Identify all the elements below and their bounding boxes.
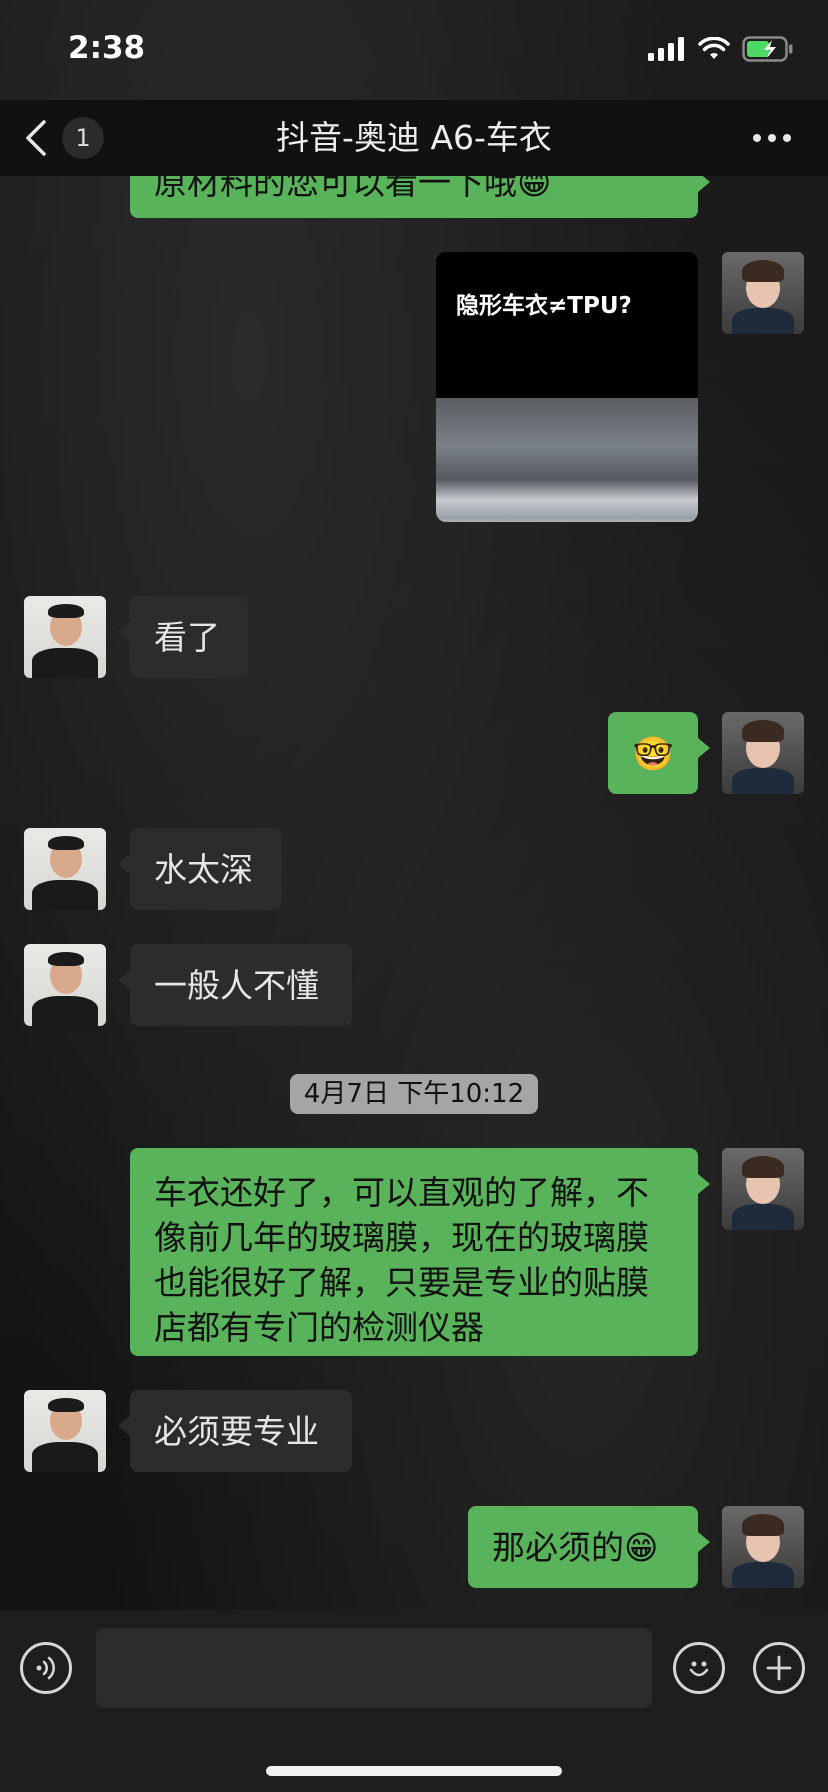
more-functions-button[interactable] xyxy=(753,1642,805,1694)
signal-icon xyxy=(648,37,684,61)
message-text: 必须要专业 xyxy=(154,1411,319,1451)
message-text: 看了 xyxy=(154,617,220,657)
status-time: 2:38 xyxy=(68,30,146,66)
message-text: 水太深 xyxy=(154,849,253,889)
voice-icon xyxy=(36,1656,55,1680)
more-dots-icon xyxy=(753,134,791,142)
message-bubble-incoming[interactable]: 一般人不懂 xyxy=(118,944,352,1026)
emoji-button[interactable] xyxy=(673,1642,725,1694)
message-text: 车衣还好了，可以直观的了解，不像前几年的玻璃膜，现在的玻璃膜也能很好了解，只要是… xyxy=(154,1173,649,1347)
timestamp-label: 4月7日 下午10:12 xyxy=(290,1074,538,1114)
home-indicator[interactable] xyxy=(266,1766,562,1776)
message-bubble-outgoing[interactable]: 那必须的 😁 xyxy=(468,1506,710,1588)
voice-input-button[interactable] xyxy=(20,1642,72,1694)
unread-badge: 1 xyxy=(62,117,104,159)
avatar-contact[interactable] xyxy=(24,596,106,678)
chat-title: 抖音-奥迪 A6-车衣 xyxy=(276,118,552,157)
avatar-self[interactable] xyxy=(722,1148,804,1230)
avatar-contact[interactable] xyxy=(24,944,106,1026)
message-text: 那必须的 xyxy=(492,1527,624,1567)
message-input[interactable] xyxy=(96,1628,652,1708)
video-title: 隐形车衣≠TPU? xyxy=(456,293,632,319)
message-bubble-outgoing[interactable]: 🤓 xyxy=(608,712,710,794)
message-bubble-outgoing[interactable]: 车衣还好了，可以直观的了解，不像前几年的玻璃膜，现在的玻璃膜也能很好了解，只要是… xyxy=(130,1148,710,1356)
message-text: 原材料的您可以看一下哦 xyxy=(154,176,517,202)
chevron-left-icon xyxy=(26,120,46,156)
avatar-contact[interactable] xyxy=(24,828,106,910)
status-bar: 2:38 xyxy=(0,0,828,100)
message-bubble-incoming[interactable]: 水太深 xyxy=(118,828,282,910)
smiley-icon xyxy=(689,1661,709,1677)
grin-emoji-icon: 😁 xyxy=(624,1527,659,1567)
shared-video-card[interactable]: 隐形车衣≠TPU? xyxy=(436,252,698,522)
chat-nav-bar: 抖音-奥迪 A6-车衣 1 xyxy=(0,100,828,176)
more-options-button[interactable] xyxy=(746,110,798,166)
video-thumbnail xyxy=(436,398,698,522)
message-bubble-incoming[interactable]: 必须要专业 xyxy=(118,1390,352,1472)
back-button[interactable]: 1 xyxy=(24,110,124,166)
avatar-self[interactable] xyxy=(722,712,804,794)
avatar-contact[interactable] xyxy=(24,1390,106,1472)
message-list[interactable]: 原材料的您可以看一下哦 😁 隐形车衣≠TPU? 看了 🤓 水太深 一般人不懂 4… xyxy=(0,176,828,1610)
message-bubble-outgoing[interactable]: 原材料的您可以看一下哦 😁 xyxy=(130,176,710,218)
message-input-bar xyxy=(0,1610,828,1792)
wifi-icon xyxy=(698,37,730,59)
battery-charging-icon xyxy=(742,36,793,62)
status-icons xyxy=(648,34,794,64)
avatar-self[interactable] xyxy=(722,1506,804,1588)
avatar-self[interactable] xyxy=(722,252,804,334)
plus-icon xyxy=(766,1655,792,1681)
message-text: 一般人不懂 xyxy=(154,965,319,1005)
grin-emoji-icon: 😁 xyxy=(517,176,552,202)
nerd-emoji-icon: 🤓 xyxy=(632,733,674,773)
message-bubble-incoming[interactable]: 看了 xyxy=(118,596,248,678)
